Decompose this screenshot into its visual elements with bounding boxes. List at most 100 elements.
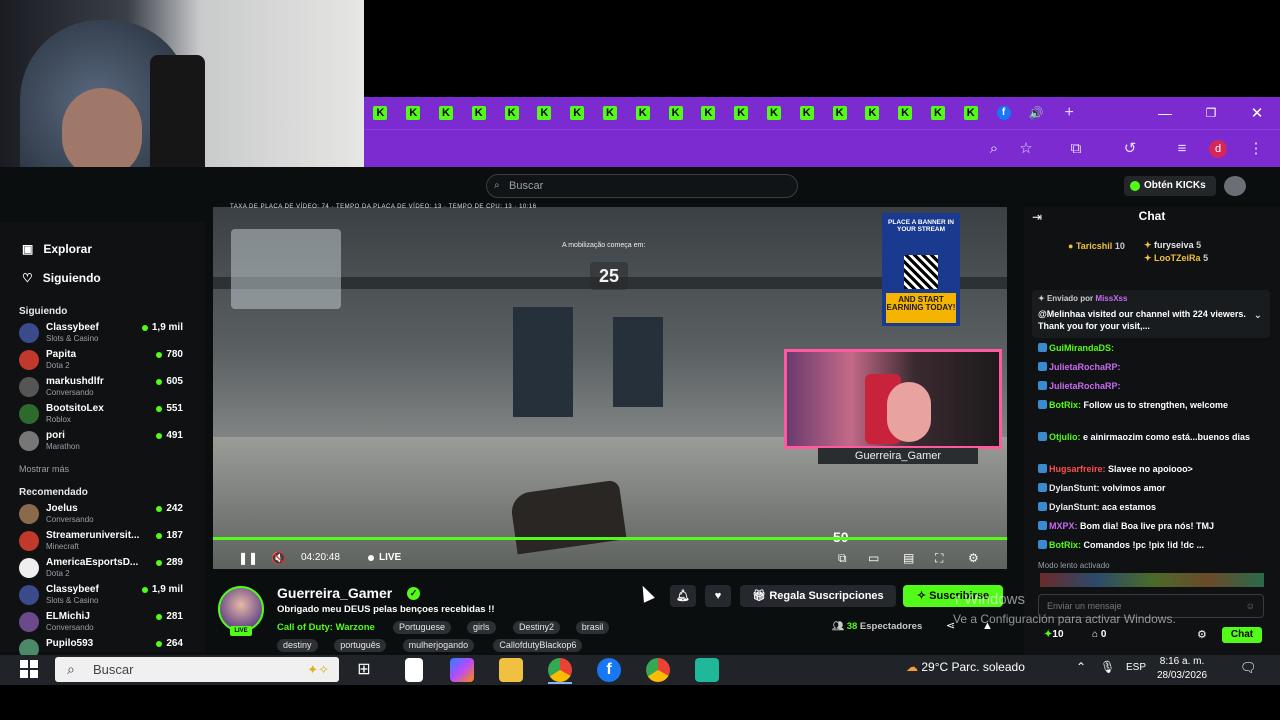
- top-gifter[interactable]: ● Taricshil 10: [1068, 241, 1125, 251]
- clip-icon[interactable]: ⧉: [838, 548, 847, 568]
- nav-explorar[interactable]: ▣ Explorar: [22, 242, 92, 256]
- language-indicator[interactable]: ESP: [1126, 662, 1146, 673]
- sidebar-channel[interactable]: AmericaEsportsD... Dota 2 289: [19, 557, 187, 583]
- taskbar-search[interactable]: ⌕ Buscar ✦✧: [55, 657, 339, 682]
- start-button[interactable]: [20, 660, 38, 678]
- stream-tag[interactable]: Portuguese: [393, 621, 452, 634]
- kick-tab[interactable]: K: [626, 97, 659, 129]
- kick-tab[interactable]: K: [856, 97, 889, 129]
- tray-chevron-icon[interactable]: ⌃: [1076, 660, 1086, 674]
- notifications-button[interactable]: 🔔︎: [670, 585, 696, 607]
- chat-message[interactable]: JulietaRochaRP:: [1038, 380, 1268, 392]
- fullscreen-icon[interactable]: ⛶: [935, 548, 943, 568]
- chat-message[interactable]: Hugsarfreire: Slavee no apoiooo>: [1038, 463, 1268, 475]
- sidebar-channel[interactable]: markushdlfr Conversando 605: [19, 376, 187, 402]
- kick-tab[interactable]: K: [397, 97, 430, 129]
- sidebar-channel[interactable]: Papita Dota 2 780: [19, 349, 187, 375]
- chat-message[interactable]: DylanStunt: volvimos amor: [1038, 482, 1268, 494]
- chat-message[interactable]: BotRix: Comandos !pc !pix !id !dc ...: [1038, 539, 1268, 551]
- zoom-icon[interactable]: ⌕: [984, 139, 1004, 159]
- sidebar-channel[interactable]: pori Marathon 491: [19, 430, 187, 456]
- ad-banner[interactable]: PLACE A BANNER IN YOUR STREAM AND START …: [882, 213, 960, 326]
- gift-subs-button[interactable]: 🎁︎ Regala Suscripciones: [740, 585, 896, 607]
- stream-category[interactable]: Call of Duty: Warzone: [277, 622, 375, 633]
- weather-widget[interactable]: ☁ 29°C Parc. soleado: [906, 660, 1025, 674]
- chat-message[interactable]: Otjulio: e ainirmaozim como está...bueno…: [1038, 431, 1268, 443]
- media-icon[interactable]: ≡: [1172, 139, 1192, 159]
- stream-tag[interactable]: português: [334, 639, 387, 652]
- facebook-tab[interactable]: f: [987, 97, 1020, 129]
- close-window-button[interactable]: ✕: [1234, 104, 1280, 122]
- settings-gear-icon[interactable]: ⚙: [968, 548, 979, 568]
- notifications-icon[interactable]: 🗨︎: [1240, 660, 1257, 676]
- site-search-input[interactable]: ⌕ Buscar: [486, 174, 798, 198]
- kick-tab[interactable]: K: [823, 97, 856, 129]
- chat-message[interactable]: BotRix: Follow us to strengthen, welcome: [1038, 399, 1268, 411]
- new-tab-button[interactable]: +: [1053, 97, 1086, 129]
- kick-tab[interactable]: K: [528, 97, 561, 129]
- bookmark-star-icon[interactable]: ☆: [1016, 139, 1036, 159]
- chevron-down-icon[interactable]: ⌄: [1254, 310, 1262, 321]
- sidebar-channel[interactable]: Streameruniversit... Minecraft 187: [19, 530, 187, 556]
- kick-tab[interactable]: K: [462, 97, 495, 129]
- extensions-icon[interactable]: ⧉: [1066, 139, 1086, 159]
- stream-tag[interactable]: girls: [467, 621, 496, 634]
- emote-bar[interactable]: [1040, 573, 1264, 587]
- redeem-counter[interactable]: ⌂ 0: [1092, 629, 1106, 640]
- user-avatar[interactable]: [1224, 176, 1246, 196]
- taskbar-clock[interactable]: 8:16 a. m. 28/03/2026: [1150, 655, 1214, 683]
- sidebar-channel[interactable]: Classybeef Slots & Casino 1,9 mil: [19, 584, 187, 610]
- kick-tab[interactable]: K: [889, 97, 922, 129]
- top-gifter[interactable]: ✦ furyseiva 5: [1144, 240, 1201, 251]
- file-icon[interactable]: [405, 658, 423, 682]
- channel-name[interactable]: Guerreira_Gamer: [277, 585, 392, 601]
- pinned-message[interactable]: ✦ Enviado por MissXss @Melinhaa visited …: [1032, 290, 1270, 338]
- video-progress-bar[interactable]: [213, 537, 1007, 540]
- kick-tab[interactable]: K: [758, 97, 791, 129]
- kick-tab[interactable]: K: [430, 97, 463, 129]
- kick-tab[interactable]: K: [561, 97, 594, 129]
- sidebar-channel[interactable]: Classybeef Slots & Casino 1,9 mil: [19, 322, 187, 348]
- pip-icon[interactable]: ▭: [868, 548, 879, 568]
- copilot-icon[interactable]: [450, 658, 474, 682]
- follow-button[interactable]: ♥: [705, 585, 731, 607]
- kick-tab[interactable]: K: [692, 97, 725, 129]
- history-icon[interactable]: ↺: [1120, 139, 1140, 159]
- show-more-link[interactable]: Mostrar más: [19, 464, 69, 474]
- send-chat-button[interactable]: Chat: [1222, 627, 1262, 643]
- stream-tag[interactable]: mulherjogando: [402, 639, 475, 652]
- app-icon[interactable]: [695, 658, 719, 682]
- stream-tag[interactable]: Destiny2: [513, 621, 561, 634]
- kick-tab[interactable]: K: [954, 97, 987, 129]
- chat-message[interactable]: MXPX: Bom dia! Boa live pra nós! TMJ: [1038, 520, 1268, 532]
- get-kicks-button[interactable]: Obtén KICKs: [1124, 176, 1216, 196]
- emoji-icon[interactable]: ☺: [1246, 595, 1255, 617]
- profile-avatar[interactable]: d: [1209, 140, 1227, 158]
- sidebar-channel[interactable]: BootsitoLex Roblox 551: [19, 403, 187, 429]
- task-view-icon[interactable]: ⊞: [352, 658, 376, 682]
- top-gifter[interactable]: ✦ LooTZeiRa 5: [1144, 253, 1208, 264]
- facebook-icon[interactable]: f: [597, 658, 621, 682]
- chat-message[interactable]: JulietaRochaRP:: [1038, 361, 1268, 373]
- file-explorer-icon[interactable]: [499, 658, 523, 682]
- stream-tag[interactable]: CallofdutyBlackop6: [493, 639, 583, 652]
- browser-menu-icon[interactable]: ⋮: [1246, 139, 1266, 159]
- pause-button[interactable]: ❚❚: [238, 548, 258, 568]
- kick-tab[interactable]: K: [725, 97, 758, 129]
- kick-tab[interactable]: K: [364, 97, 397, 129]
- theater-icon[interactable]: ▤: [903, 548, 914, 568]
- kick-tab[interactable]: K: [594, 97, 627, 129]
- chrome-icon[interactable]: [548, 658, 572, 682]
- chat-message[interactable]: DylanStunt: aca estamos: [1038, 501, 1268, 513]
- chat-settings-icon[interactable]: ⚙: [1197, 628, 1207, 641]
- chrome-icon[interactable]: [646, 658, 670, 682]
- nav-siguiendo[interactable]: ♡ Siguiendo: [22, 271, 101, 285]
- microphone-icon[interactable]: 🎙︎: [1100, 660, 1115, 674]
- sidebar-channel[interactable]: ELMichiJ Conversando 281: [19, 611, 187, 637]
- stream-tag[interactable]: destiny: [277, 639, 318, 652]
- kick-tab[interactable]: K: [659, 97, 692, 129]
- stream-tag[interactable]: brasil: [575, 621, 610, 634]
- kick-tab[interactable]: K: [495, 97, 528, 129]
- sidebar-channel[interactable]: Joelus Conversando 242: [19, 503, 187, 529]
- restore-button[interactable]: ❐: [1188, 106, 1234, 120]
